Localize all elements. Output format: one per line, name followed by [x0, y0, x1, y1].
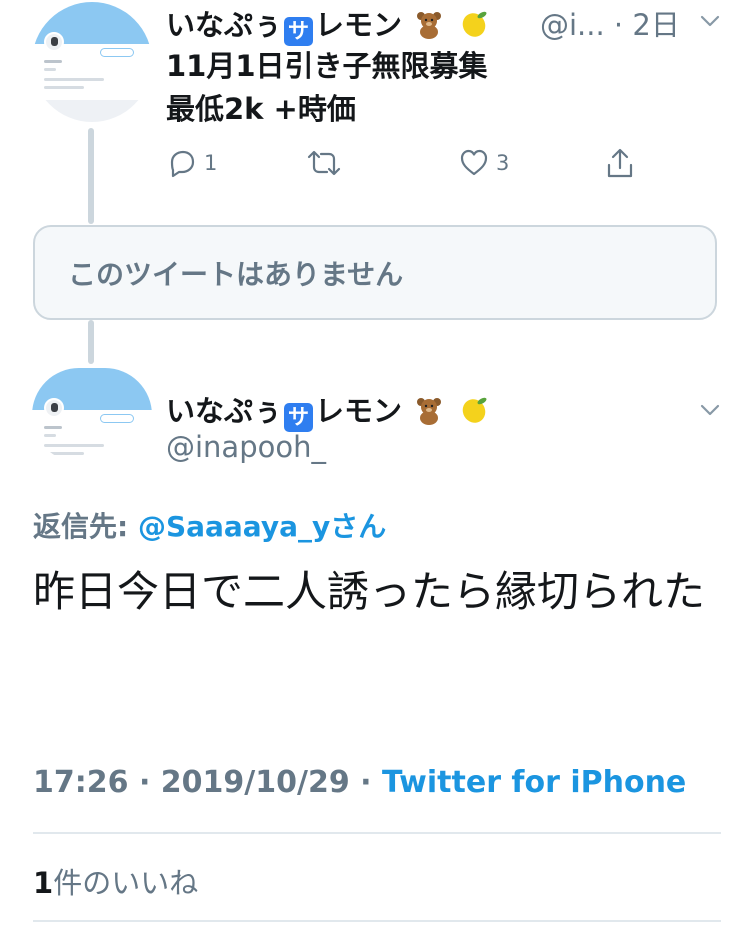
reply-button[interactable]: 1 — [166, 147, 217, 179]
thread-connector — [88, 128, 94, 224]
display-name[interactable]: いなぷぅサレモン — [166, 388, 490, 432]
share-icon — [607, 148, 633, 178]
tweet-text-line-2: 最低2k +時価 — [166, 92, 356, 126]
likes-summary[interactable]: 1件のいいね — [33, 860, 198, 902]
unavailable-tweet-card: このツイートはありません — [33, 225, 717, 320]
avatar[interactable] — [32, 368, 152, 462]
tweet-text-line-1: 11月1日引き子無限募集 — [166, 49, 488, 83]
replying-to: 返信先: @Saaaaya_yさん — [33, 510, 387, 543]
handle-and-time[interactable]: @i... · 2日 — [540, 2, 680, 44]
badge-sa-icon: サ — [284, 17, 314, 46]
badge-sa-icon: サ — [284, 403, 314, 432]
retweet-icon — [307, 150, 341, 176]
chevron-down-icon[interactable] — [697, 397, 723, 423]
like-count: 3 — [496, 151, 510, 175]
avatar[interactable] — [32, 2, 152, 122]
unavailable-tweet-text: このツイートはありません — [68, 258, 404, 291]
divider — [33, 832, 721, 834]
share-button[interactable] — [604, 147, 636, 181]
like-icon — [460, 149, 488, 176]
reply-count: 1 — [204, 151, 218, 175]
tweet-date: 2019/10/29 — [160, 765, 350, 800]
chevron-down-icon[interactable] — [697, 8, 723, 34]
teddy-bear-icon — [417, 12, 442, 39]
teddy-bear-icon — [417, 398, 442, 425]
thread-connector — [88, 320, 94, 364]
reply-mention-link[interactable]: @Saaaaya_yさん — [138, 510, 386, 543]
divider — [33, 920, 721, 922]
retweet-button[interactable] — [306, 147, 342, 179]
tweet-time: 17:26 — [33, 765, 129, 800]
reply-icon — [170, 150, 195, 178]
display-name[interactable]: いなぷぅサレモン — [166, 2, 490, 46]
lemon-icon — [462, 397, 487, 423]
lemon-icon — [462, 11, 487, 37]
like-button[interactable]: 3 — [458, 147, 509, 179]
likes-label: 件のいいね — [53, 866, 199, 900]
tweet-source-link[interactable]: Twitter for iPhone — [382, 765, 686, 800]
likes-count: 1 — [33, 866, 54, 900]
tweet-metadata: 17:26 · 2019/10/29 · Twitter for iPhone — [33, 765, 687, 800]
tweet-text: 昨日今日で二人誘ったら縁切られた — [33, 567, 706, 616]
handle[interactable]: @inapooh_ — [166, 430, 326, 464]
